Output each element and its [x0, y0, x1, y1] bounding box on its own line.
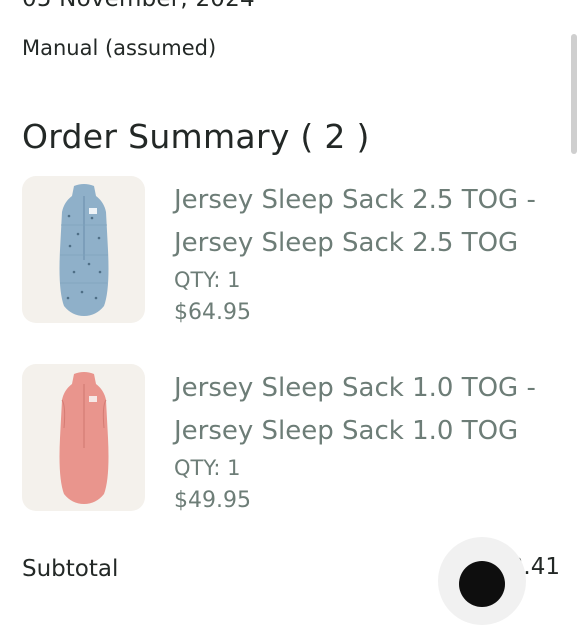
scrollbar[interactable] — [571, 34, 577, 154]
subtotal-label: Subtotal — [22, 556, 119, 582]
order-summary-title: Order Summary ( 2 ) — [22, 117, 370, 156]
item-name[interactable]: Jersey Sleep Sack 1.0 TOG - Jersey Sleep… — [174, 367, 564, 453]
product-image — [22, 176, 145, 323]
item-quantity: QTY: 1 — [174, 268, 241, 292]
product-image — [22, 364, 145, 511]
chat-icon — [459, 561, 505, 607]
order-date: 05 November, 2024 — [22, 0, 255, 12]
sleep-sack-pink-image — [59, 371, 108, 504]
item-price: $49.95 — [174, 488, 251, 513]
shipping-method: Manual (assumed) — [22, 36, 217, 60]
chat-button[interactable] — [438, 537, 526, 625]
item-name[interactable]: Jersey Sleep Sack 2.5 TOG - Jersey Sleep… — [174, 179, 564, 265]
item-quantity: QTY: 1 — [174, 456, 241, 480]
sleep-sack-blue-image — [59, 183, 108, 316]
item-price: $64.95 — [174, 300, 251, 325]
